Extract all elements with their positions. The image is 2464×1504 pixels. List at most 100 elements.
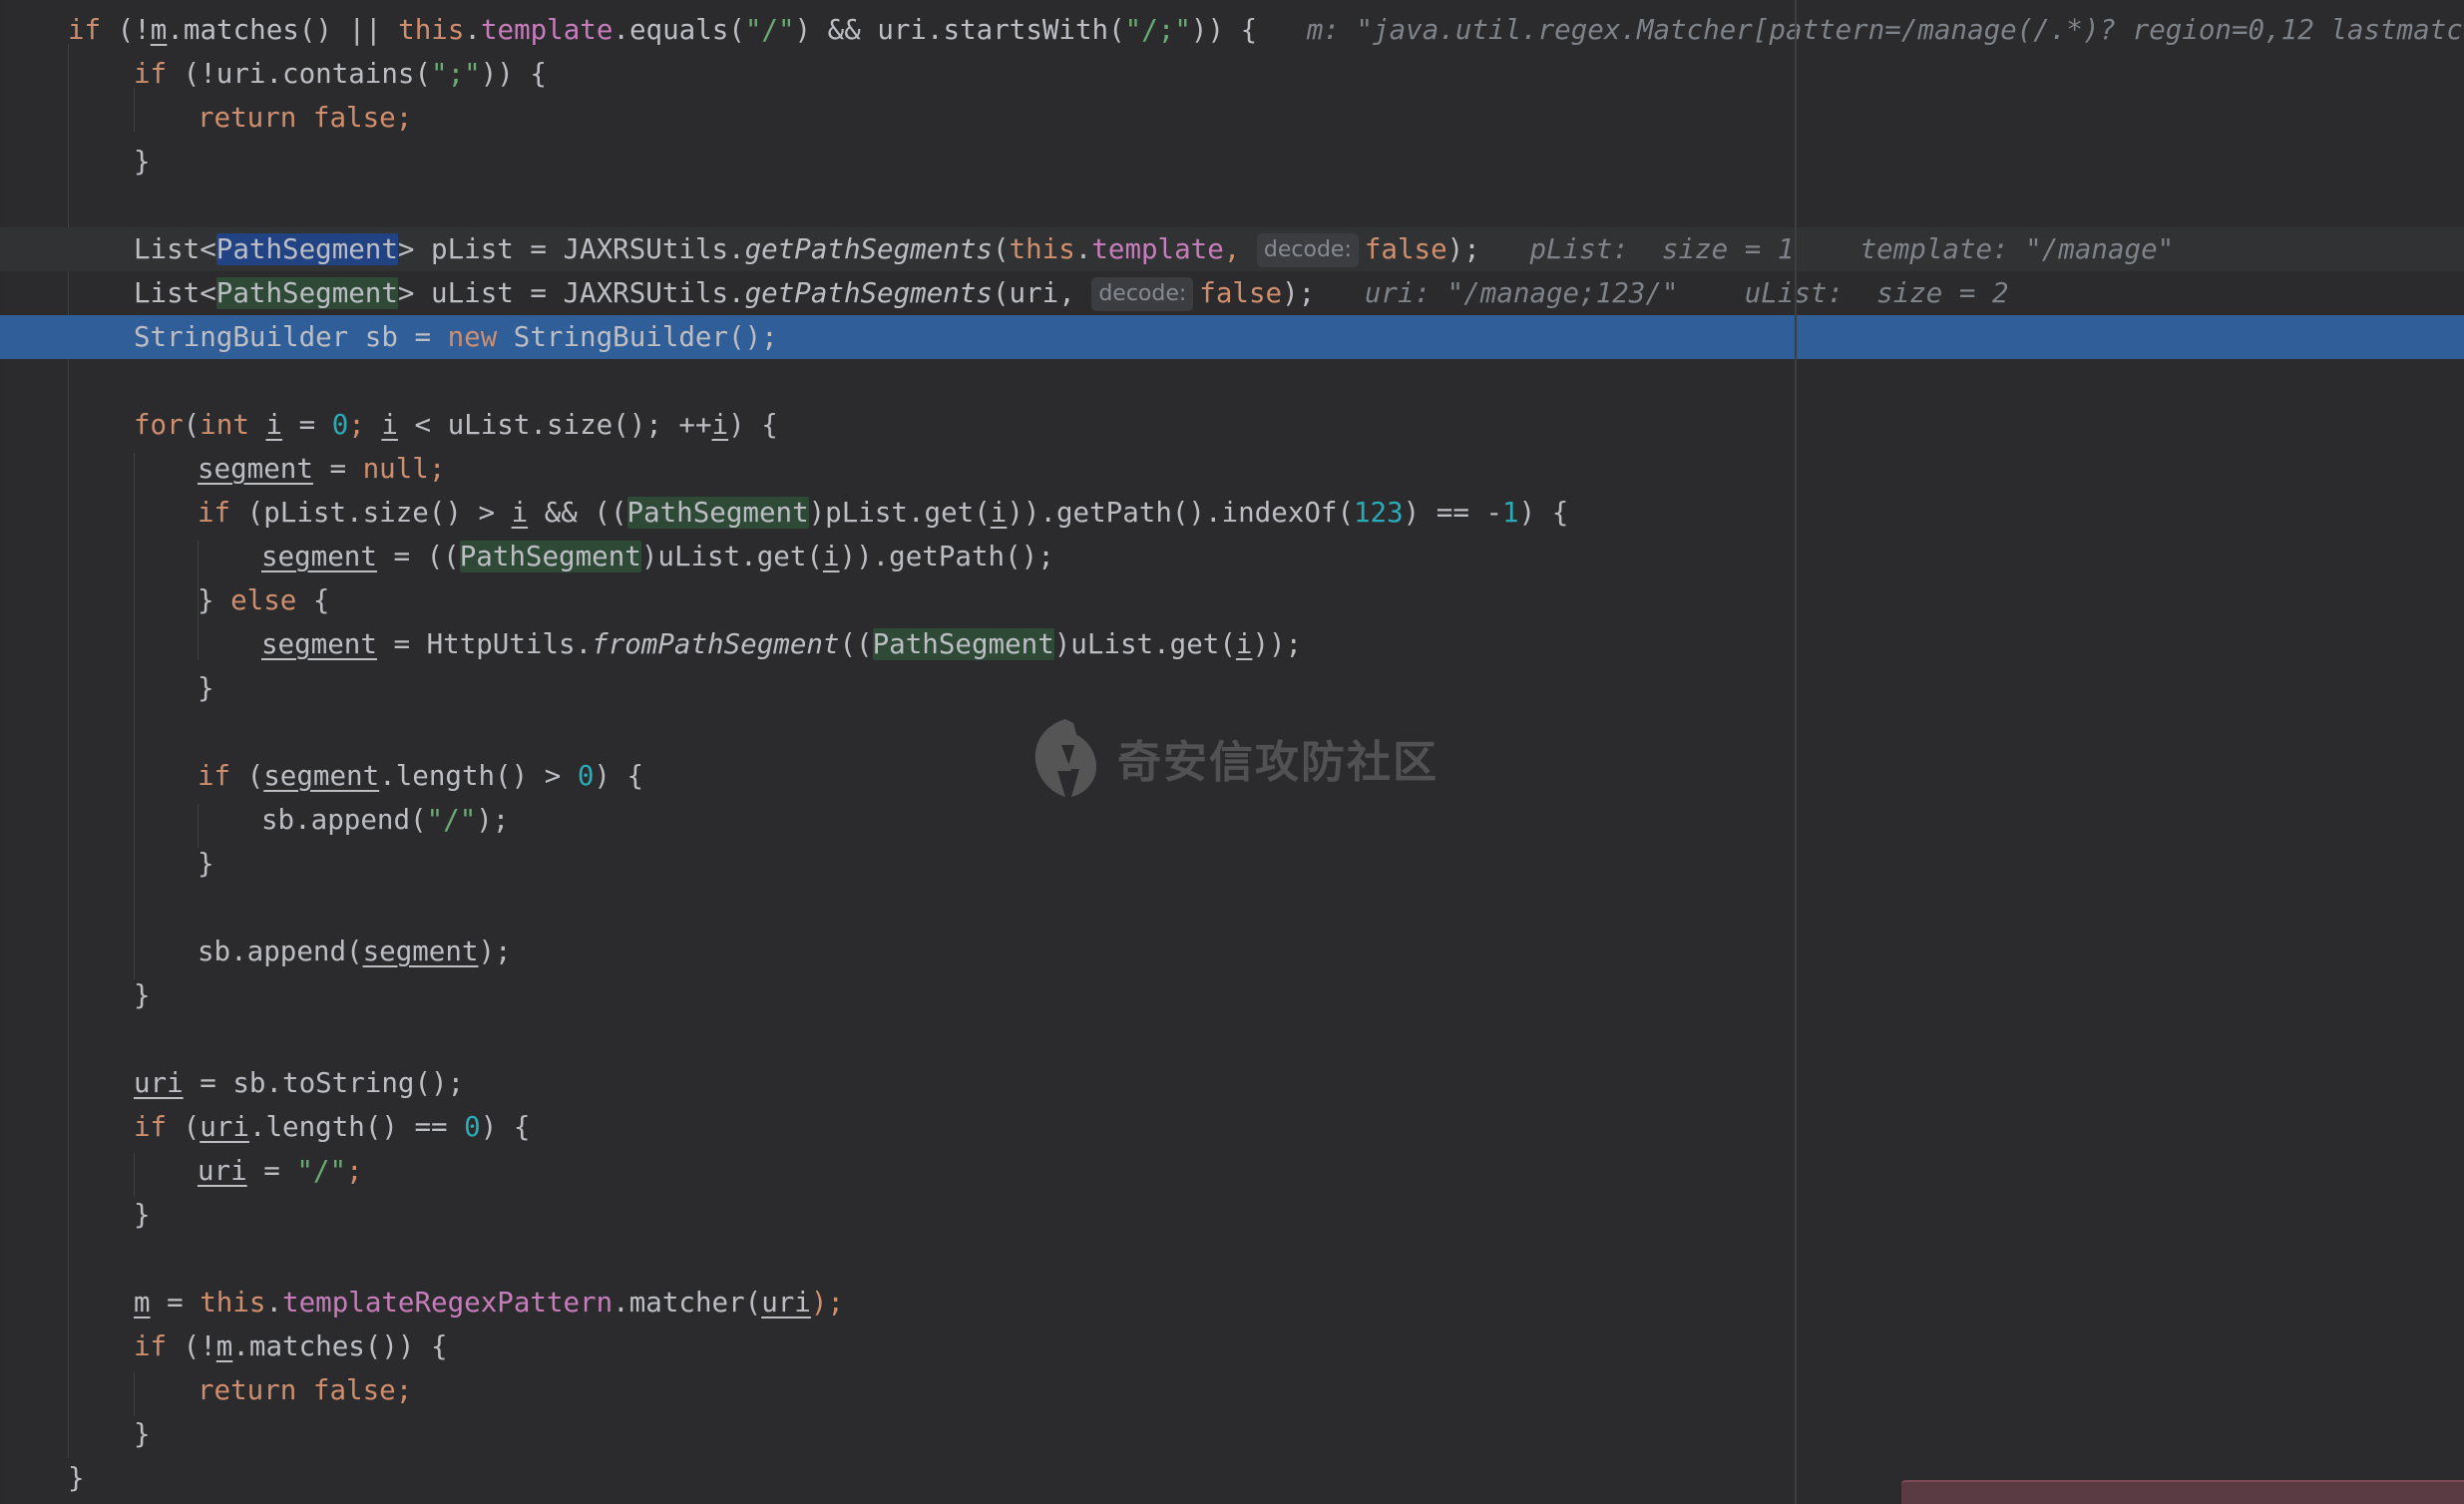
code-token: (! bbox=[167, 1330, 216, 1362]
code-token: )pList.get( bbox=[808, 497, 991, 529]
code-token: )).getPath().indexOf( bbox=[1007, 497, 1354, 529]
code-token: StringBuilder sb = bbox=[134, 321, 448, 353]
code-line[interactable]: m = this.templateRegexPattern.matcher(ur… bbox=[0, 1281, 2464, 1324]
code-token: 1 bbox=[1502, 497, 1519, 529]
code-line[interactable]: segment = null; bbox=[0, 447, 2464, 491]
code-token: 0 bbox=[331, 409, 349, 441]
code-token: i bbox=[990, 497, 1008, 529]
code-token: "/" bbox=[426, 804, 477, 836]
code-token: "/" bbox=[744, 14, 795, 46]
code-token: m bbox=[134, 1287, 151, 1318]
code-token: )) { bbox=[480, 58, 547, 90]
code-token: ( bbox=[230, 760, 264, 792]
code-line[interactable]: uri = "/"; bbox=[0, 1149, 2464, 1193]
code-token: ); bbox=[476, 804, 510, 836]
code-token: ) && uri.startsWith( bbox=[794, 14, 1125, 46]
parameter-hint: decode: bbox=[1091, 277, 1194, 311]
watermark-text: 奇安信攻防社区 bbox=[1117, 737, 1438, 788]
code-line[interactable]: } bbox=[0, 842, 2464, 886]
code-token: = sb.toString(); bbox=[183, 1067, 465, 1099]
code-line[interactable]: List<PathSegment> pList = JAXRSUtils.get… bbox=[0, 227, 2464, 271]
code-token: for bbox=[134, 409, 184, 441]
code-token: ; bbox=[428, 453, 446, 485]
code-token: ( bbox=[183, 409, 201, 441]
code-line[interactable]: } bbox=[0, 1412, 2464, 1456]
code-token: if bbox=[134, 1330, 168, 1362]
code-token: ); bbox=[478, 936, 512, 967]
scroll-indicator[interactable] bbox=[1901, 1480, 2464, 1504]
code-token: } bbox=[134, 146, 151, 178]
code-token: PathSegment bbox=[872, 628, 1054, 660]
lightning-bolt-icon bbox=[1034, 719, 1097, 797]
current-execution-line[interactable]: StringBuilder sb = new StringBuilder(); bbox=[0, 315, 2464, 359]
debug-inline-value: pList: size = 1 bbox=[1529, 233, 1795, 265]
code-token: ); bbox=[1446, 233, 1480, 265]
code-token: List< bbox=[134, 233, 216, 265]
code-token: )).getPath(); bbox=[839, 541, 1054, 572]
code-token: ) { bbox=[728, 409, 778, 441]
code-token: } bbox=[198, 584, 231, 616]
code-token: uri bbox=[198, 1155, 247, 1187]
code-line[interactable]: if (!m.matches() || this.template.equals… bbox=[0, 8, 2464, 52]
code-line[interactable]: return false; bbox=[0, 96, 2464, 140]
code-token: } bbox=[68, 1462, 85, 1494]
code-token: .equals( bbox=[613, 14, 745, 46]
code-line[interactable]: uri = sb.toString(); bbox=[0, 1061, 2464, 1105]
code-token: if bbox=[198, 497, 231, 529]
code-token: if bbox=[134, 58, 168, 90]
code-token: i bbox=[381, 409, 398, 441]
code-token: (pList.size() > bbox=[230, 497, 512, 529]
code-token: this bbox=[398, 14, 465, 46]
code-token: , bbox=[1223, 233, 1257, 265]
code-token: = bbox=[312, 453, 363, 485]
code-line[interactable]: } bbox=[0, 140, 2464, 184]
code-token: PathSegment bbox=[459, 541, 641, 572]
code-token: segment bbox=[362, 936, 479, 967]
code-token: )uList.get( bbox=[640, 541, 823, 572]
code-token: return bbox=[198, 1374, 297, 1406]
code-token: return bbox=[198, 102, 297, 134]
code-line[interactable]: } bbox=[0, 1193, 2464, 1237]
code-line[interactable]: } bbox=[0, 973, 2464, 1017]
code-token: uri bbox=[200, 1111, 249, 1143]
code-token: } bbox=[198, 848, 214, 880]
code-line[interactable]: return false; bbox=[0, 1368, 2464, 1412]
code-token: ( bbox=[992, 233, 1010, 265]
code-token: if bbox=[198, 760, 231, 792]
code-token: fromPathSegment bbox=[592, 628, 840, 660]
code-line[interactable]: } else { bbox=[0, 578, 2464, 622]
code-token: segment bbox=[261, 541, 377, 572]
code-token: uri bbox=[134, 1067, 184, 1099]
code-editor[interactable]: if (!m.matches() || this.template.equals… bbox=[0, 0, 2464, 1504]
code-line[interactable]: } bbox=[0, 666, 2464, 710]
code-line[interactable]: for(int i = 0; i < uList.size(); ++i) { bbox=[0, 403, 2464, 447]
code-token: int bbox=[200, 409, 249, 441]
code-token: (!uri.contains( bbox=[167, 58, 432, 90]
code-token: m bbox=[150, 14, 168, 46]
code-line[interactable]: sb.append(segment); bbox=[0, 930, 2464, 973]
code-line[interactable]: List<PathSegment> uList = JAXRSUtils.get… bbox=[0, 271, 2464, 315]
code-token: . bbox=[265, 1287, 283, 1318]
code-line[interactable]: segment = ((PathSegment)uList.get(i)).ge… bbox=[0, 535, 2464, 578]
code-token: (uri, bbox=[992, 277, 1092, 309]
code-token: = (( bbox=[376, 541, 460, 572]
code-token: } bbox=[134, 1418, 151, 1450]
code-line[interactable]: if (uri.length() == 0) { bbox=[0, 1105, 2464, 1149]
code-token: ); bbox=[810, 1287, 844, 1318]
code-token: = HttpUtils. bbox=[376, 628, 593, 660]
code-token: } bbox=[134, 979, 151, 1011]
code-token: } bbox=[134, 1199, 151, 1231]
code-token: } bbox=[198, 672, 214, 704]
code-token: .length() == bbox=[248, 1111, 465, 1143]
code-token: segment bbox=[261, 628, 377, 660]
right-margin-guide bbox=[1795, 0, 1797, 1504]
code-token: StringBuilder(); bbox=[497, 321, 778, 353]
code-token: new bbox=[447, 321, 498, 353]
code-line[interactable]: if (pList.size() > i && ((PathSegment)pL… bbox=[0, 491, 2464, 535]
code-token: )) { bbox=[1190, 14, 1258, 46]
code-line[interactable]: if (!uri.contains(";")) { bbox=[0, 52, 2464, 96]
code-line[interactable]: segment = HttpUtils.fromPathSegment((Pat… bbox=[0, 622, 2464, 666]
code-token: List< bbox=[134, 277, 216, 309]
code-line[interactable]: if (!m.matches()) { bbox=[0, 1324, 2464, 1368]
